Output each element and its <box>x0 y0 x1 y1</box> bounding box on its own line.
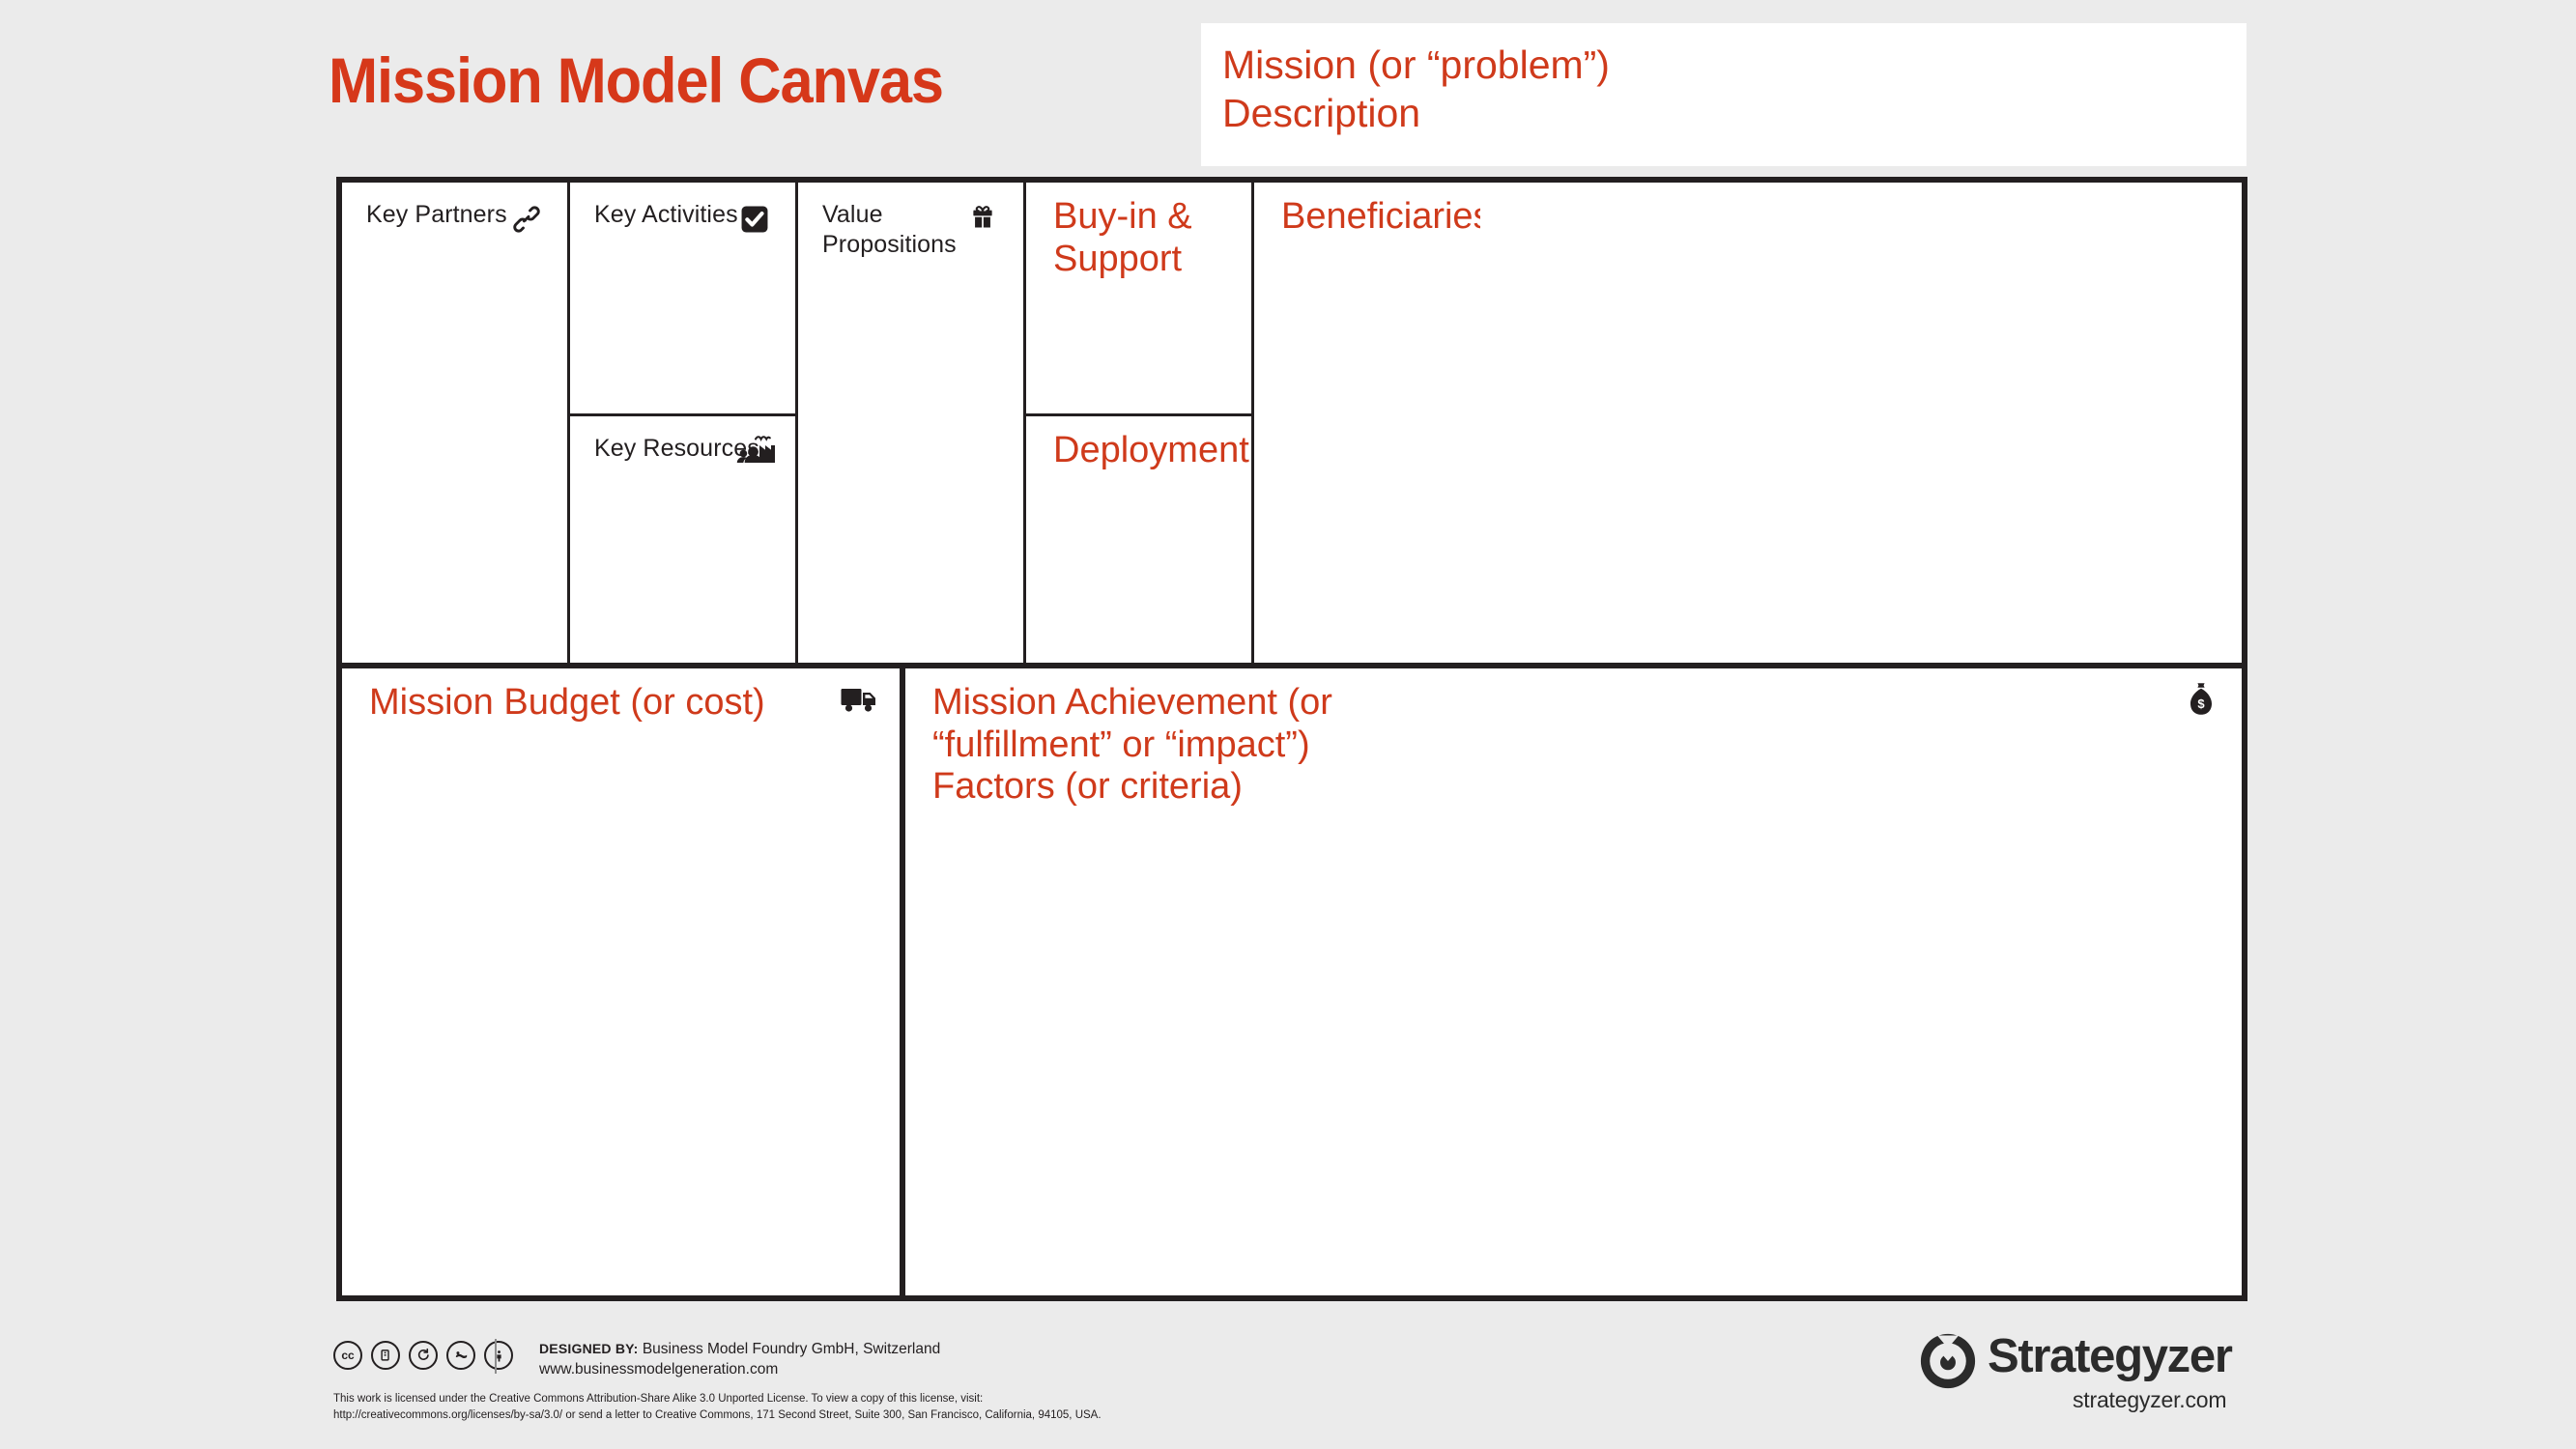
page-header: Mission Model Canvas Mission (or “proble… <box>0 0 2576 174</box>
factory-people-icon <box>731 428 780 470</box>
mission-model-canvas-grid: Key Partners Key Activities Key Resource… <box>336 177 2247 1301</box>
strategyzer-wordmark: Strategyzer <box>1988 1330 2233 1382</box>
footer-divider <box>495 1339 497 1374</box>
cell-beneficiaries-label: Beneficiaries <box>1281 196 1480 237</box>
share-alike-icon[interactable] <box>409 1341 438 1370</box>
mission-description-label: Mission (or “problem”) Description <box>1222 43 1610 136</box>
cell-key-partners-label: Key Partners <box>366 201 507 228</box>
non-commercial-icon[interactable] <box>446 1341 475 1370</box>
gift-icon <box>961 198 1004 241</box>
cell-value-propositions[interactable]: Value Propositions <box>798 183 1023 663</box>
money-bag-icon: $ <box>2182 680 2220 721</box>
cell-buy-in-and-support-label: Buy-in & Support <box>1053 196 1192 279</box>
license-text: This work is licensed under the Creative… <box>333 1393 1102 1421</box>
grid-divider-vertical-3 <box>1023 183 1026 663</box>
page-footer: cc DESIGNED BY: Business Model Foundry G… <box>0 1323 2576 1449</box>
cell-key-activities-label: Key Activities <box>594 201 738 228</box>
grid-divider-vertical-1 <box>567 183 570 663</box>
cell-deployment-label: Deployment <box>1053 430 1249 470</box>
cell-mission-achievement-label: Mission Achievement (or “fulfillment” or… <box>932 682 1332 808</box>
cell-key-resources[interactable]: Key Resources <box>570 416 795 663</box>
designed-by-block: DESIGNED BY: Business Model Foundry GmbH… <box>539 1339 940 1380</box>
cell-key-partners[interactable]: Key Partners <box>342 183 567 663</box>
cell-beneficiaries[interactable]: Beneficiaries <box>1254 183 1480 663</box>
mission-description-box[interactable]: Mission (or “problem”) Description <box>1201 23 2247 166</box>
chain-link-icon <box>505 198 548 241</box>
strategyzer-mark-icon <box>1918 1331 1978 1391</box>
cell-mission-achievement[interactable]: Mission Achievement (or “fulfillment” or… <box>905 668 2242 1295</box>
strategyzer-logo[interactable]: Strategyzer strategyzer.com <box>1918 1329 2251 1431</box>
grid-divider-activities-resources <box>570 413 795 416</box>
cell-buy-in-and-support[interactable]: Buy-in & Support <box>1026 183 1251 413</box>
delivery-truck-icon <box>839 682 881 717</box>
grid-divider-vertical-2 <box>795 183 798 663</box>
designed-by-value: Business Model Foundry GmbH, Switzerland <box>642 1341 941 1357</box>
checkbox-checked-icon <box>733 198 776 241</box>
copy-icon[interactable] <box>371 1341 400 1370</box>
grid-divider-bottom-band <box>900 668 905 1295</box>
grid-divider-vertical-4 <box>1251 183 1254 663</box>
cell-deployment[interactable]: Deployment <box>1026 416 1251 663</box>
grid-divider-band <box>342 663 2242 668</box>
creative-commons-icon[interactable]: cc <box>333 1341 362 1370</box>
attribution-icon[interactable] <box>484 1341 513 1370</box>
creative-commons-badges: cc <box>333 1341 513 1370</box>
designed-by-url[interactable]: www.businessmodelgeneration.com <box>539 1361 778 1378</box>
svg-text:$: $ <box>2197 696 2205 711</box>
designed-by-label: DESIGNED BY: <box>539 1341 639 1356</box>
grid-divider-buyin-deployment <box>1026 413 1251 416</box>
cell-key-activities[interactable]: Key Activities <box>570 183 795 413</box>
strategyzer-url[interactable]: strategyzer.com <box>2073 1389 2227 1411</box>
cell-mission-budget-label: Mission Budget (or cost) <box>369 682 765 723</box>
page-title: Mission Model Canvas <box>329 44 944 116</box>
cell-mission-budget[interactable]: Mission Budget (or cost) <box>342 668 902 1295</box>
